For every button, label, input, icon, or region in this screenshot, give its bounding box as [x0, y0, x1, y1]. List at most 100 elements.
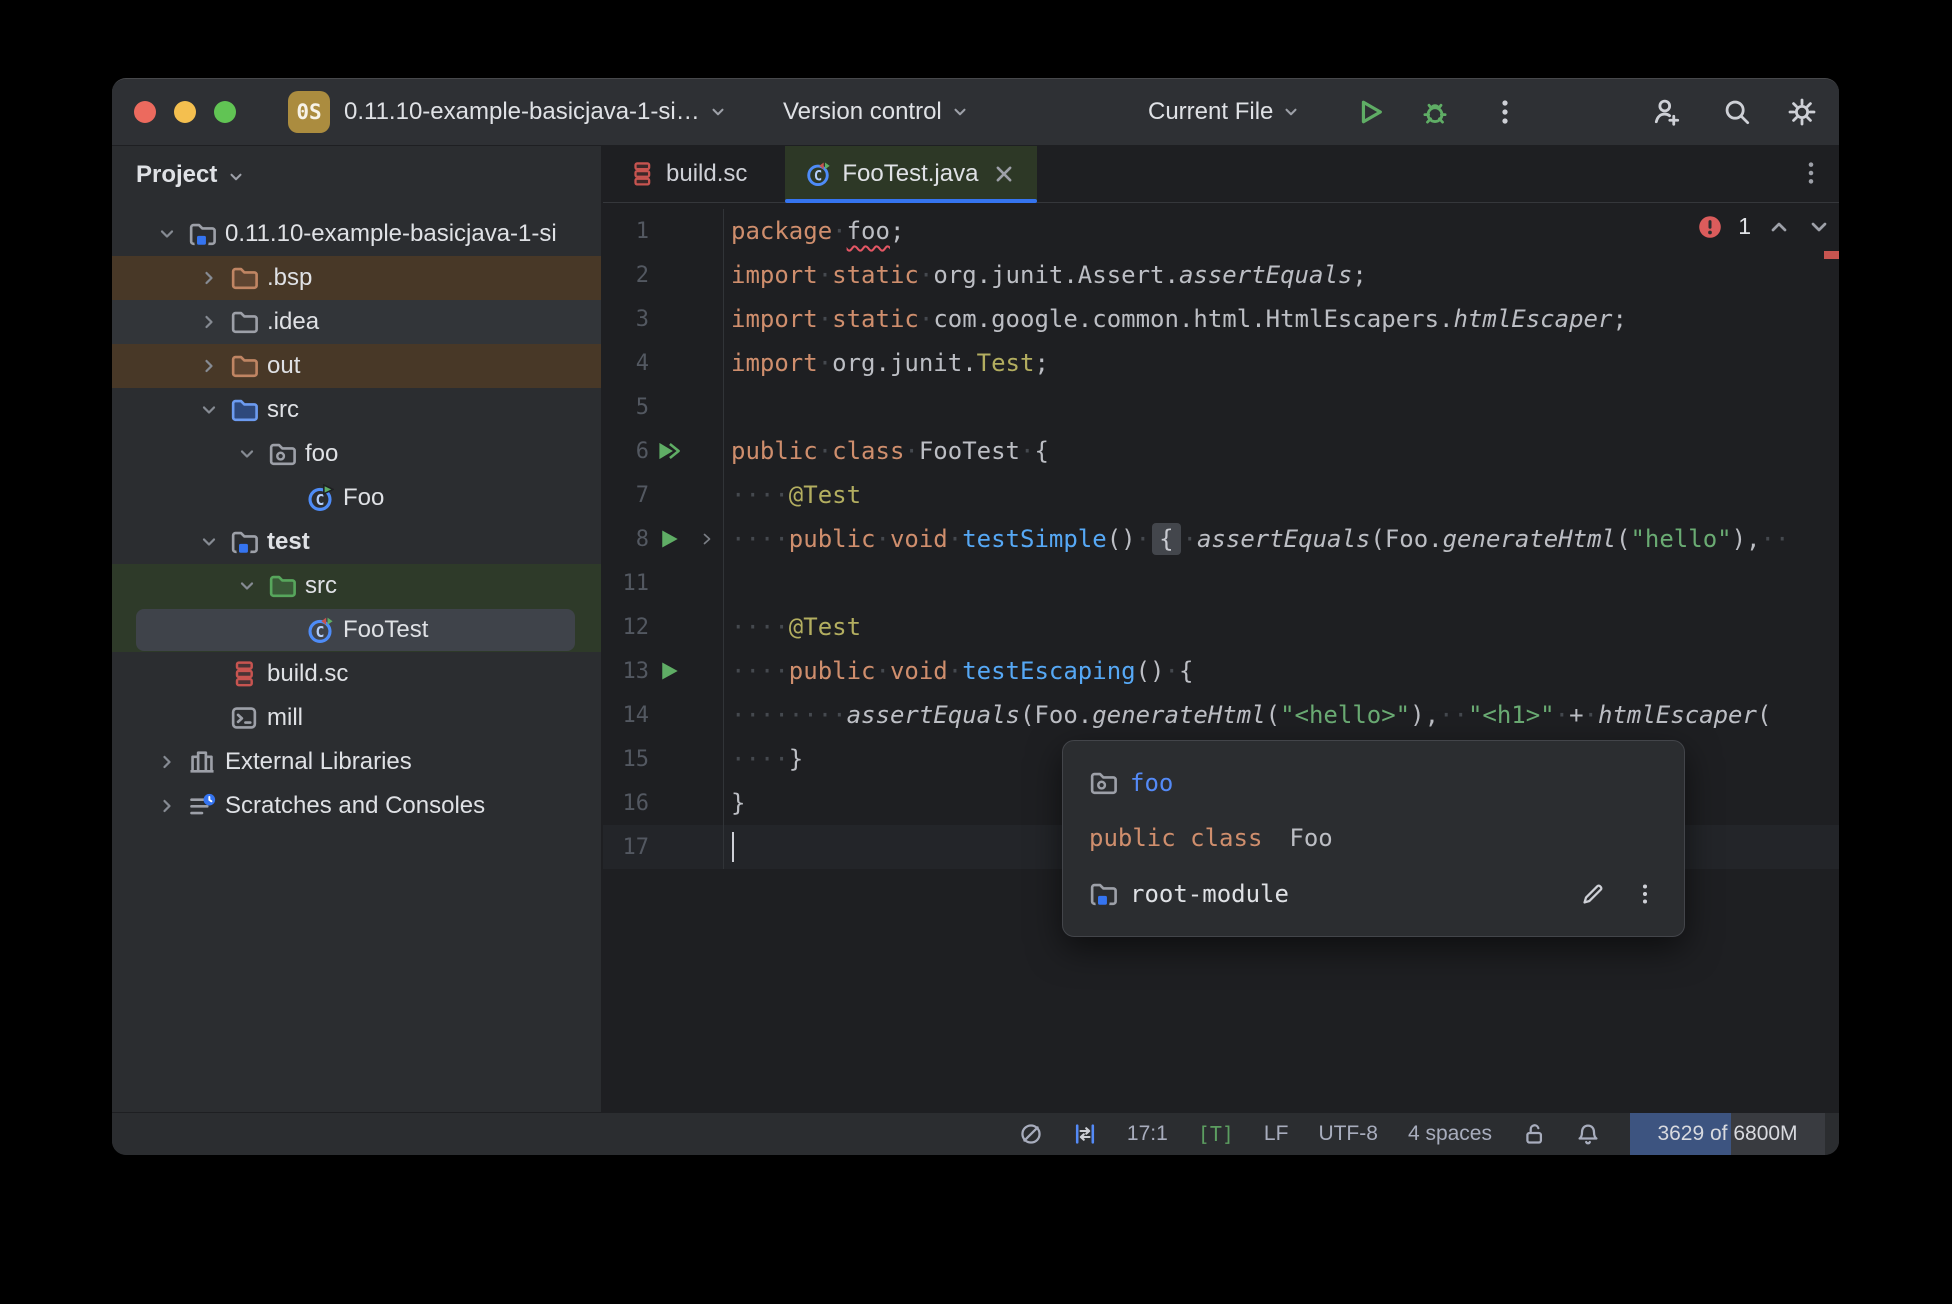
code-text[interactable]: ····} — [723, 737, 803, 781]
project-selector[interactable]: 0.11.10-example-basicjava-1-si… — [344, 79, 727, 145]
lock-open-icon[interactable] — [1522, 1122, 1546, 1146]
gutter-spacer — [657, 262, 699, 288]
chevron-down-icon[interactable] — [146, 223, 188, 245]
line-separator-widget[interactable]: LF — [1264, 1122, 1289, 1146]
tree-item-test[interactable]: test — [112, 520, 601, 564]
next-problem-chevron-down-icon[interactable] — [1807, 215, 1831, 239]
signature-keywords: public class — [1089, 824, 1263, 853]
debug-icon[interactable] — [1420, 97, 1450, 127]
code-text[interactable]: ···· public · void · testEscaping() ·{ — [723, 649, 1193, 693]
error-stripe-marker[interactable] — [1824, 251, 1839, 259]
tree-item-scratches-and-consoles[interactable]: Scratches and Consoles — [112, 784, 601, 828]
run-gutter-icon[interactable] — [657, 658, 699, 684]
translation-widget[interactable]: [T] — [1198, 1122, 1234, 1146]
code-line-5[interactable]: 5 — [603, 385, 1839, 429]
code-text[interactable]: import · static · com.google.common.html.Htm… — [723, 297, 1627, 341]
window-close-button[interactable] — [134, 101, 156, 123]
tree-item-0-11-10-example-basicjava-1-si[interactable]: 0.11.10-example-basicjava-1-si — [112, 212, 601, 256]
caret-position-widget[interactable]: 17:1 — [1127, 1122, 1168, 1146]
code-text[interactable]: import · org.junit. Test; — [723, 341, 1049, 385]
column-selection-icon[interactable] — [1073, 1122, 1097, 1146]
editor-tab-build-sc[interactable]: build.sc — [609, 146, 767, 202]
popup-package-name[interactable]: foo — [1130, 769, 1173, 797]
tree-item-build-sc[interactable]: build.sc — [112, 652, 601, 696]
chevron-right-icon[interactable] — [146, 751, 188, 773]
code-text[interactable]: ···· public · void · testSimple() ·{· assertEqu… — [723, 517, 1789, 561]
code-text[interactable]: ···· @Test — [723, 473, 861, 517]
notifications-bell-icon[interactable] — [1576, 1122, 1600, 1146]
tree-item-out[interactable]: out — [112, 344, 601, 388]
code-line-8[interactable]: 8 ···· public · void · testSimple() ·{· assertEq… — [603, 517, 1839, 561]
code-text[interactable]: } — [723, 781, 745, 825]
package-icon — [1089, 769, 1117, 797]
run-icon[interactable] — [1355, 97, 1385, 127]
highlighting-level-icon[interactable] — [1019, 1122, 1043, 1146]
code-line-4[interactable]: 4 import · org.junit. Test; — [603, 341, 1839, 385]
vcs-widget[interactable]: Version control — [783, 79, 969, 145]
editor-tab-footest-java[interactable]: C FooTest.java — [785, 146, 1038, 203]
popup-package-row[interactable]: foo — [1089, 769, 1658, 797]
chevron-right-icon[interactable] — [188, 267, 230, 289]
code-line-7[interactable]: 7 ···· @Test — [603, 473, 1839, 517]
chevron-right-icon[interactable] — [146, 795, 188, 817]
chevron-down-icon[interactable] — [226, 575, 268, 597]
encoding-widget[interactable]: UTF-8 — [1318, 1122, 1378, 1146]
chevron-down-icon[interactable] — [226, 443, 268, 465]
fold-marker-icon[interactable] — [699, 529, 715, 549]
chevron-down-icon[interactable] — [188, 399, 230, 421]
code-text[interactable] — [723, 561, 731, 605]
gutter-spacer — [657, 218, 699, 244]
code-text[interactable]: package · foo; — [723, 209, 904, 253]
code-text[interactable]: public · class · FooTest ·{ — [723, 429, 1049, 473]
search-icon[interactable] — [1722, 97, 1752, 127]
run-all-gutter-icon[interactable] — [657, 438, 699, 464]
popup-module-row[interactable]: root-module — [1089, 880, 1658, 908]
indent-widget[interactable]: 4 spaces — [1408, 1122, 1492, 1146]
project-panel-header[interactable]: Project — [112, 146, 601, 204]
tab-close-icon[interactable] — [991, 161, 1017, 187]
code-text[interactable]: import · static · org.junit.Assert. assertEqu… — [723, 253, 1367, 297]
memory-indicator[interactable]: 3629 of 6800M — [1630, 1113, 1825, 1155]
more-kebab-icon[interactable] — [1632, 881, 1658, 907]
code-text[interactable] — [723, 825, 734, 869]
chevron-down-icon — [1282, 103, 1300, 121]
code-text[interactable]: ···· @Test — [723, 605, 861, 649]
tree-item-external-libraries[interactable]: External Libraries — [112, 740, 601, 784]
project-tool-window: Project 0.11.10-example-basicjava-1-si .b… — [112, 146, 603, 1112]
tree-item-bsp[interactable]: .bsp — [112, 256, 601, 300]
tree-item-foo[interactable]: C Foo — [112, 476, 601, 520]
code-line-14[interactable]: 14 ········ assertEquals (Foo. generateHtml(… — [603, 693, 1839, 737]
tree-item-src[interactable]: src — [112, 564, 601, 608]
chevron-down-icon[interactable] — [188, 531, 230, 553]
code-text[interactable] — [723, 385, 731, 429]
tree-item-mill[interactable]: mill — [112, 696, 601, 740]
chevron-right-icon[interactable] — [188, 311, 230, 333]
window-minimize-button[interactable] — [174, 101, 196, 123]
tree-item-footest[interactable]: C FooTest — [112, 608, 601, 652]
run-configuration-selector[interactable]: Current File — [1148, 79, 1300, 145]
run-gutter-icon[interactable] — [657, 526, 699, 552]
code-line-11[interactable]: 11 — [603, 561, 1839, 605]
settings-icon[interactable] — [1787, 97, 1817, 127]
edit-pencil-icon[interactable] — [1580, 881, 1606, 907]
chevron-right-icon[interactable] — [188, 355, 230, 377]
tree-item-foo[interactable]: foo — [112, 432, 601, 476]
code-line-6[interactable]: 6 public · class · FooTest ·{ — [603, 429, 1839, 473]
tree-item-src[interactable]: src — [112, 388, 601, 432]
code-line-2[interactable]: 2 import · static · org.junit.Assert. assertEq… — [603, 253, 1839, 297]
window-zoom-button[interactable] — [214, 101, 236, 123]
previous-problem-chevron-up-icon[interactable] — [1767, 215, 1791, 239]
inspections-widget[interactable]: 1 — [1698, 213, 1831, 240]
code-line-12[interactable]: 12 ···· @Test — [603, 605, 1839, 649]
tree-item-idea[interactable]: .idea — [112, 300, 601, 344]
more-icon[interactable] — [1490, 97, 1520, 127]
code-line-3[interactable]: 3 import · static · com.google.common.html.Ht… — [603, 297, 1839, 341]
tab-options-kebab-icon[interactable] — [1797, 159, 1825, 187]
code-with-me-icon[interactable] — [1652, 97, 1682, 127]
code-text[interactable]: ········ assertEquals (Foo. generateHtml("<… — [723, 693, 1771, 737]
svg-text:C: C — [814, 168, 822, 184]
code-editor[interactable]: 1 package · foo; 2 import · static · org.junit.As… — [603, 203, 1839, 1112]
code-line-13[interactable]: 13 ···· public · void · testEscaping() ·{ — [603, 649, 1839, 693]
code-line-1[interactable]: 1 package · foo; — [603, 209, 1839, 253]
